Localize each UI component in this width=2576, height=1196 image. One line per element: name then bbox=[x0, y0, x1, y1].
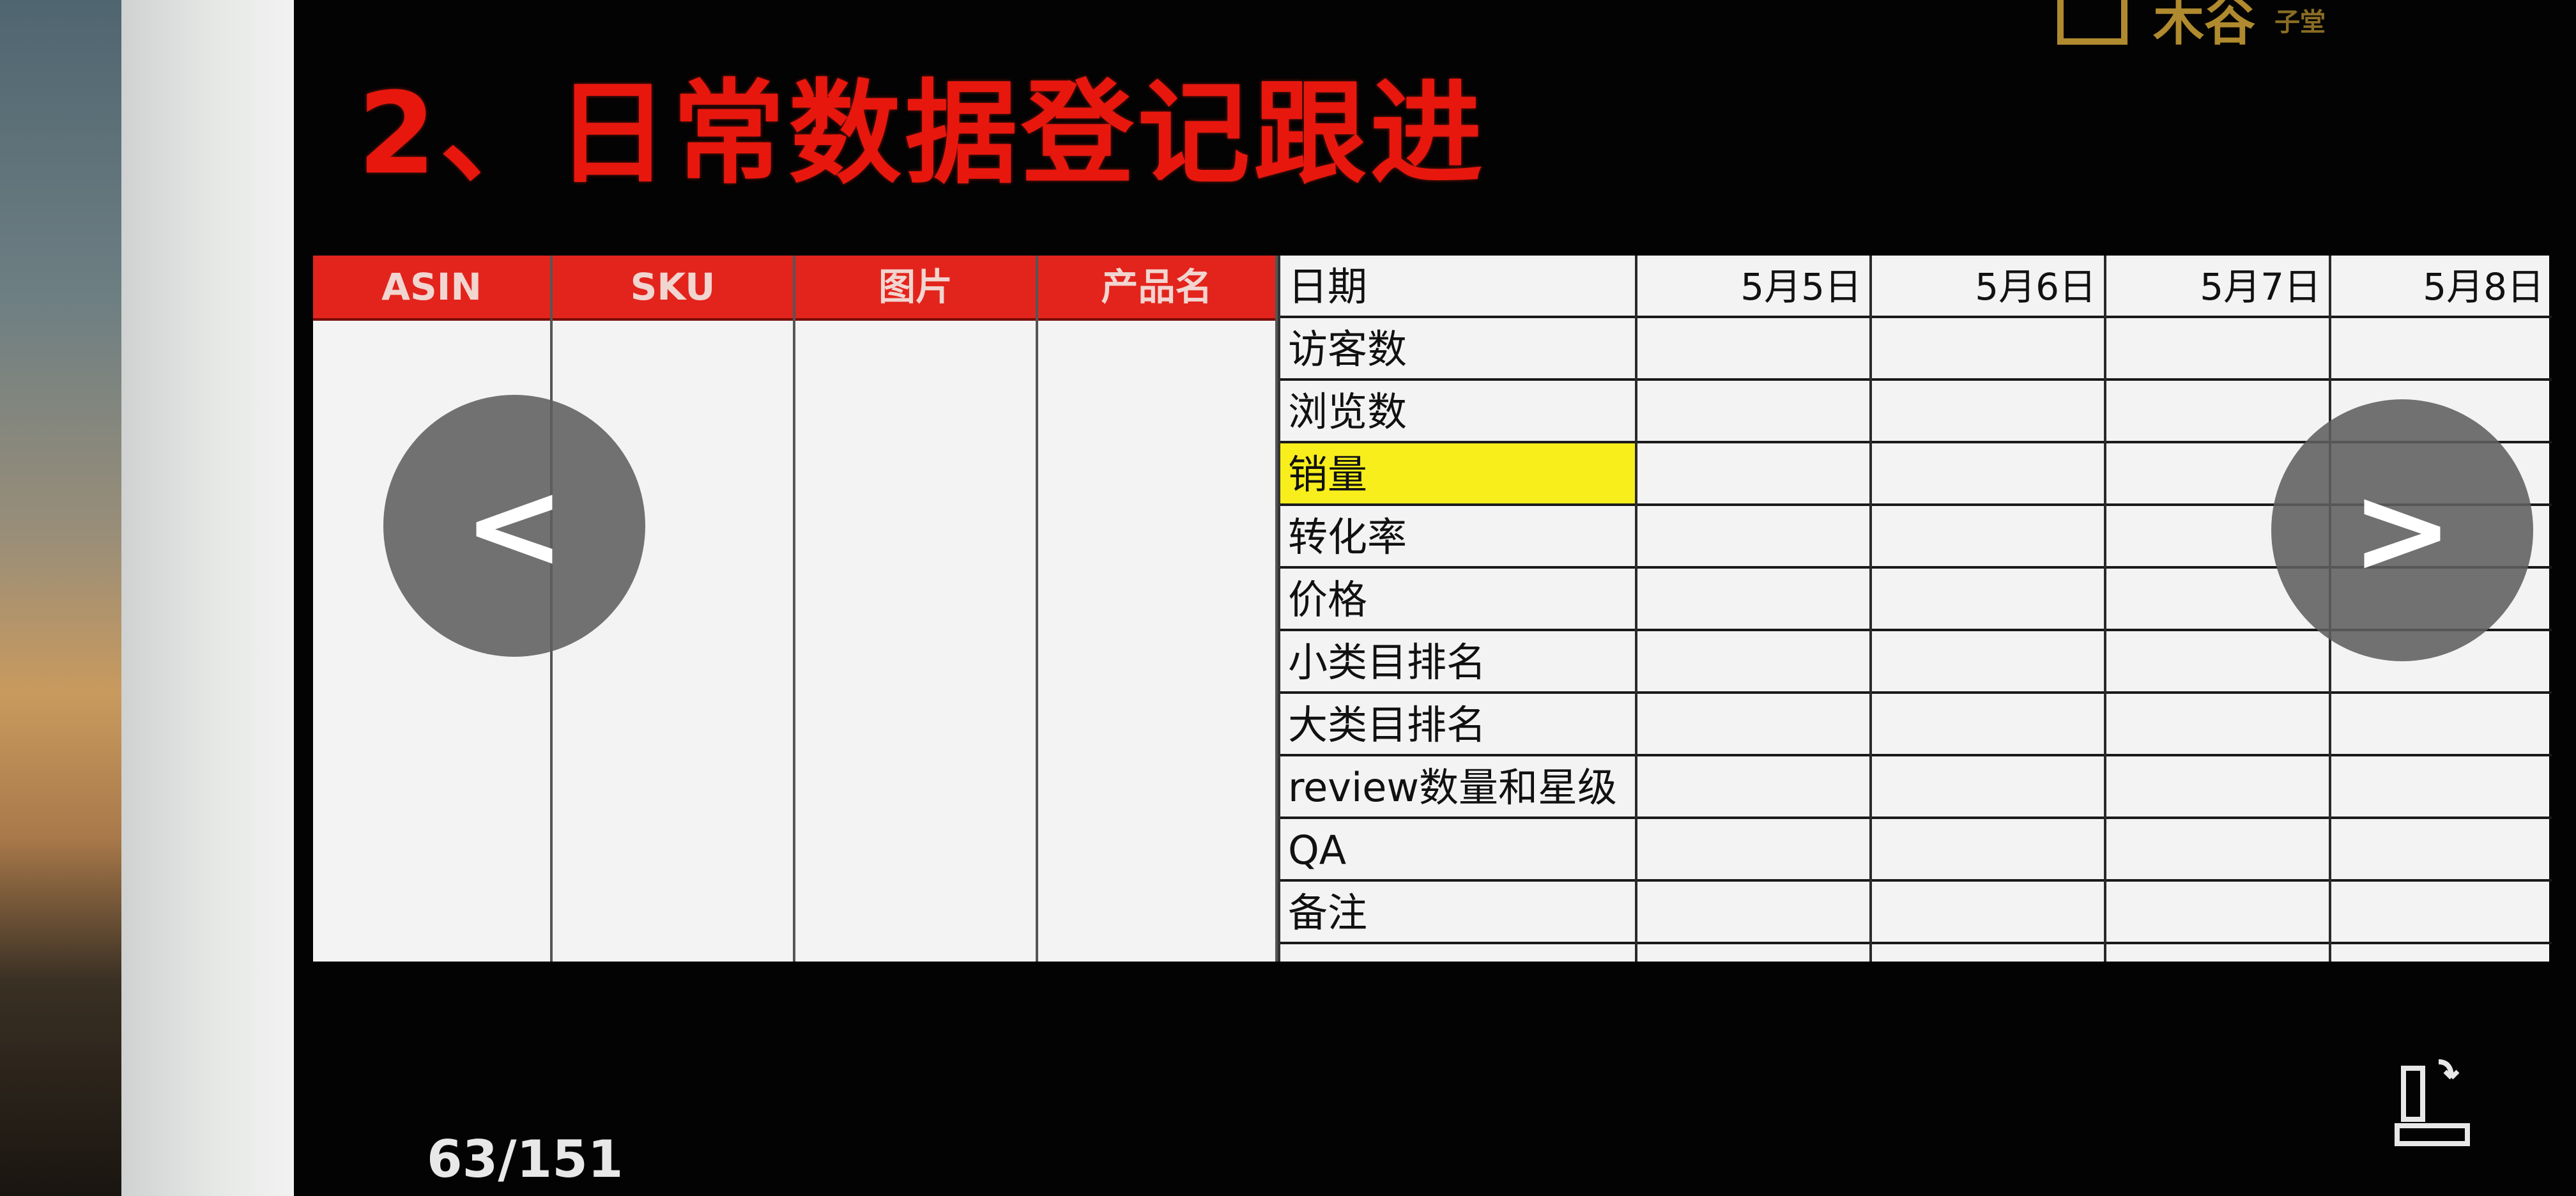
table-row: 访客数 bbox=[1280, 318, 2552, 381]
date-cell: 5月6日 bbox=[1975, 265, 2096, 309]
metric-label: QA bbox=[1288, 827, 1347, 873]
metric-label: 小类目排名 bbox=[1288, 639, 1487, 686]
column-image: 图片 bbox=[795, 256, 1038, 962]
metric-label: 大类目排名 bbox=[1288, 702, 1487, 748]
metric-label: 备注 bbox=[1288, 889, 1368, 936]
exit-fullscreen-icon bbox=[2395, 1059, 2470, 1146]
metric-label: 浏览数 bbox=[1288, 388, 1407, 435]
date-cell: 5月7日 bbox=[2200, 265, 2321, 309]
table-row: 备注 bbox=[1280, 882, 2552, 944]
grid-line bbox=[1635, 256, 1637, 962]
chevron-left-icon: < bbox=[463, 455, 565, 596]
grid-line bbox=[1869, 256, 1872, 962]
exit-fullscreen-button[interactable] bbox=[2391, 1055, 2474, 1151]
metric-label: 访客数 bbox=[1288, 326, 1407, 372]
next-slide-button[interactable]: > bbox=[2271, 399, 2533, 661]
logo-text: 木谷 bbox=[2153, 0, 2255, 45]
logo-subtext: 子堂 bbox=[2274, 8, 2326, 37]
column-header: 图片 bbox=[795, 256, 1036, 321]
column-header: 产品名 bbox=[1038, 256, 1275, 321]
column-product-name: 产品名 bbox=[1038, 256, 1278, 962]
table-row: QA bbox=[1280, 819, 2552, 882]
metric-label: 销量 bbox=[1280, 443, 1635, 503]
date-header-row: 日期 5月5日 5月6日 5月7日 5月8日 bbox=[1280, 256, 2552, 318]
device-bezel bbox=[121, 0, 294, 1196]
previous-slide-button[interactable]: < bbox=[383, 395, 645, 657]
column-header: ASIN bbox=[313, 256, 550, 321]
grid-line bbox=[2104, 256, 2106, 962]
tracking-table: ASIN SKU 图片 产品名 日期 5月5日 5月6日 5月7日 5月8日 访… bbox=[313, 256, 2552, 962]
book-logo-icon bbox=[2057, 0, 2128, 45]
background-photo bbox=[0, 0, 121, 1196]
column-header: SKU bbox=[553, 256, 793, 321]
date-cell: 5月8日 bbox=[2423, 265, 2544, 309]
table-row: review数量和星级 bbox=[1280, 756, 2552, 819]
date-header: 日期 bbox=[1288, 263, 1368, 310]
page-title: 2、日常数据登记跟进 bbox=[358, 68, 1487, 199]
metric-label: 价格 bbox=[1288, 576, 1368, 623]
chevron-right-icon: > bbox=[2351, 459, 2453, 601]
metric-label: 转化率 bbox=[1288, 514, 1407, 560]
date-cell: 5月5日 bbox=[1740, 265, 1862, 309]
table-row: 大类目排名 bbox=[1280, 694, 2552, 756]
metric-label: review数量和星级 bbox=[1288, 764, 1618, 811]
page-counter: 63/151 bbox=[427, 1130, 624, 1189]
brand-logo: 木谷 子堂 bbox=[2057, 0, 2556, 45]
